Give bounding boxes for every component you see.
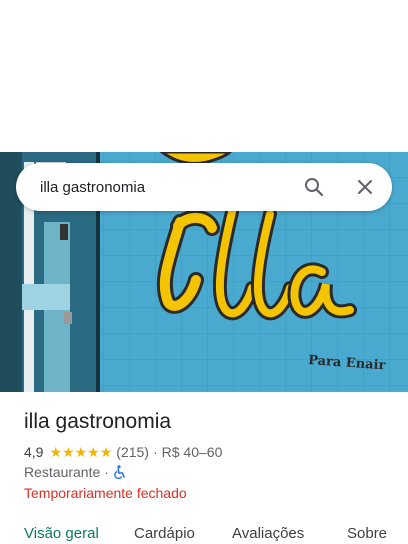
- tab-overview[interactable]: Visão geral: [24, 525, 99, 542]
- separator: ·: [104, 464, 109, 480]
- star-icon: ★: [62, 444, 75, 460]
- closed-status: Temporariamente fechado: [24, 485, 187, 501]
- place-title: illa gastronomia: [24, 410, 172, 433]
- wheelchair-icon: [114, 465, 125, 479]
- star-icon: ★: [99, 444, 113, 460]
- tab-about[interactable]: Sobre: [347, 525, 387, 542]
- place-tabs: Visão geral Cardápio Avaliações Sobre: [0, 520, 408, 544]
- price-range: R$ 40–60: [161, 444, 223, 460]
- clear-search-button[interactable]: [353, 175, 377, 199]
- search-button[interactable]: [302, 175, 326, 199]
- star-icon: ★: [87, 444, 100, 460]
- search-bar: [16, 163, 392, 211]
- search-input[interactable]: [40, 177, 280, 197]
- star-icon: ★: [49, 444, 63, 460]
- search-icon: [305, 178, 324, 197]
- separator: ·: [152, 444, 158, 460]
- rating-row[interactable]: 4,9 ★ ★ ★ ★ ★ (215) · R$ 40–60: [24, 444, 222, 460]
- tab-menu[interactable]: Cardápio: [134, 525, 195, 542]
- place-category[interactable]: Restaurante: [24, 464, 100, 480]
- category-row: Restaurante ·: [24, 464, 126, 480]
- close-icon: [358, 180, 372, 194]
- rating-value: 4,9: [24, 444, 44, 460]
- star-rating: ★ ★ ★ ★ ★: [49, 445, 112, 459]
- place-header: illa gastronomia: [24, 408, 394, 436]
- tab-reviews[interactable]: Avaliações: [232, 525, 304, 542]
- star-icon: ★: [74, 444, 88, 460]
- review-count[interactable]: (215): [116, 444, 149, 460]
